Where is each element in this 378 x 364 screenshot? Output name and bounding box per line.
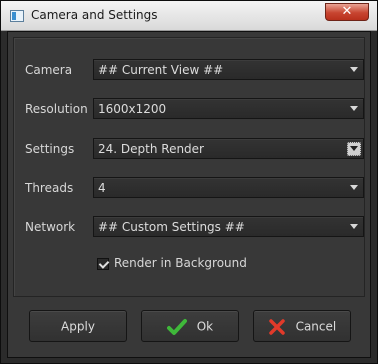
threads-label: Threads bbox=[25, 181, 74, 195]
camera-dropdown[interactable]: ## Current View ## bbox=[93, 59, 364, 80]
chevron-down-icon[interactable] bbox=[347, 63, 361, 77]
camera-settings-dialog: Camera and Settings ✕ Camera ## Current … bbox=[0, 0, 378, 364]
apply-button[interactable]: Apply bbox=[29, 310, 127, 342]
app-window-icon bbox=[10, 10, 24, 22]
window-title: Camera and Settings bbox=[31, 8, 158, 22]
ok-button[interactable]: Ok bbox=[141, 310, 239, 342]
settings-dropdown[interactable]: 24. Depth Render bbox=[93, 138, 364, 159]
settings-label: Settings bbox=[25, 142, 75, 156]
threads-dropdown[interactable]: 4 bbox=[93, 177, 364, 198]
cancel-label: Cancel bbox=[295, 319, 337, 334]
ok-label: Ok bbox=[196, 319, 214, 334]
render-background-label: Render in Background bbox=[114, 256, 247, 270]
settings-value: 24. Depth Render bbox=[98, 142, 204, 156]
render-background-checkbox[interactable] bbox=[97, 258, 109, 270]
cross-icon bbox=[269, 318, 285, 335]
network-label: Network bbox=[25, 220, 76, 234]
check-icon bbox=[166, 318, 187, 335]
chevron-down-icon[interactable] bbox=[347, 142, 361, 156]
network-dropdown[interactable]: ## Custom Settings ## bbox=[93, 216, 364, 237]
resolution-label: Resolution bbox=[25, 102, 88, 116]
close-button[interactable]: ✕ bbox=[325, 3, 369, 21]
title-bar[interactable]: Camera and Settings ✕ bbox=[1, 1, 377, 31]
threads-value: 4 bbox=[98, 181, 106, 195]
resolution-dropdown[interactable]: 1600x1200 bbox=[93, 98, 364, 119]
network-value: ## Custom Settings ## bbox=[98, 220, 245, 234]
apply-label: Apply bbox=[61, 319, 95, 334]
resolution-value: 1600x1200 bbox=[98, 102, 167, 116]
chevron-down-icon[interactable] bbox=[347, 220, 361, 234]
camera-value: ## Current View ## bbox=[98, 63, 224, 77]
dialog-body: Camera ## Current View ## Resolution 160… bbox=[7, 31, 371, 358]
cancel-button[interactable]: Cancel bbox=[253, 310, 351, 342]
chevron-down-icon[interactable] bbox=[347, 102, 361, 116]
close-icon: ✕ bbox=[341, 4, 353, 19]
chevron-down-icon[interactable] bbox=[347, 181, 361, 195]
camera-label: Camera bbox=[25, 63, 73, 77]
